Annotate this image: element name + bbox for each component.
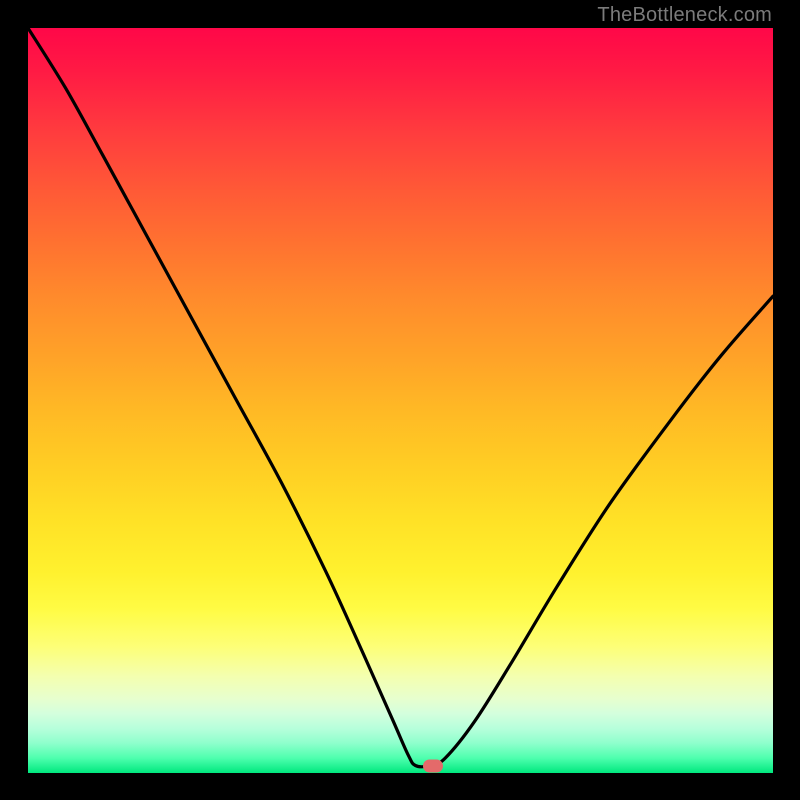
plot-area: [28, 28, 773, 773]
min-bottleneck-marker: [423, 760, 443, 773]
watermark-text: TheBottleneck.com: [597, 4, 772, 27]
bottleneck-curve: [28, 28, 773, 773]
curve-path: [28, 28, 773, 767]
chart-stage: TheBottleneck.com: [0, 0, 800, 800]
